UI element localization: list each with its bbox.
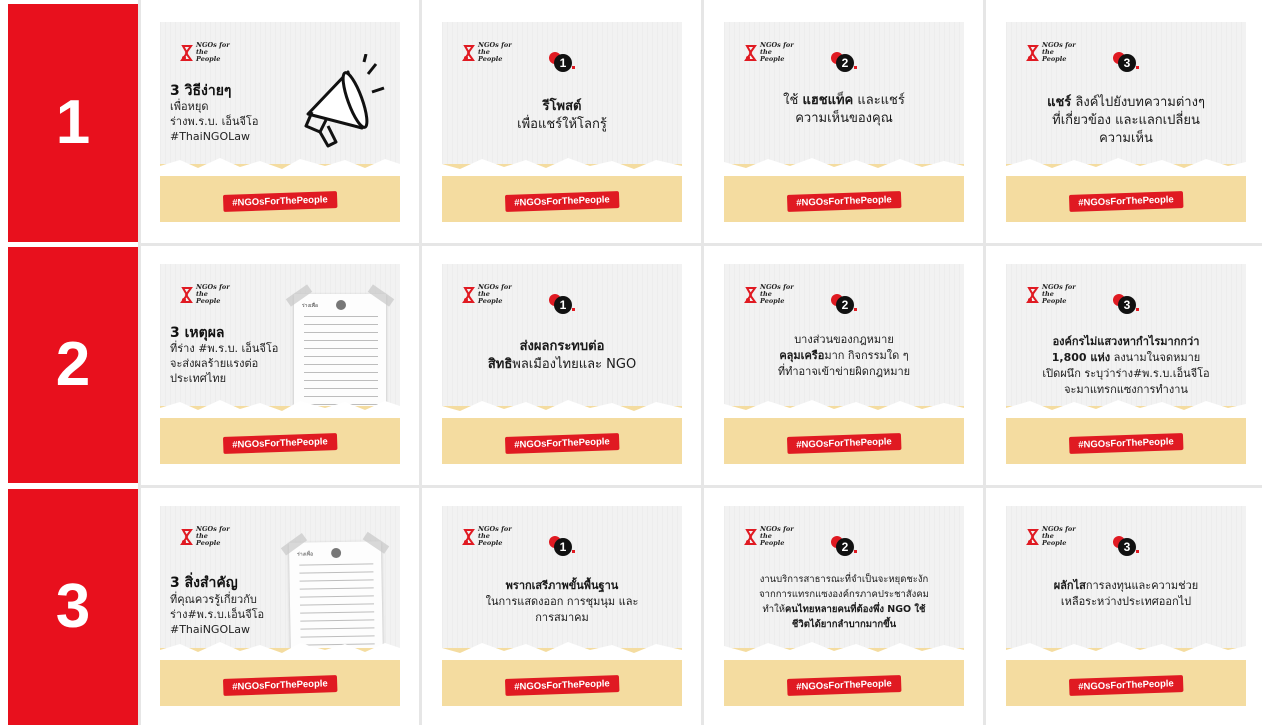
card-reason-2[interactable]: NGOs for the People 2 บางส่วนของกฎหมาย คล…	[724, 264, 964, 464]
step-number-badge: 3	[1113, 52, 1139, 72]
card-step-3[interactable]: NGOs for the People 3 แชร์ ลิงค์ไปยังบทคว…	[1006, 22, 1246, 222]
logo-text: NGOs for the People	[1042, 283, 1076, 305]
step-number-badge: 2	[831, 536, 857, 556]
ngo-logo: NGOs for the People	[744, 526, 794, 547]
logo-text: NGOs for the People	[196, 41, 230, 63]
logo-text: NGOs for the People	[478, 41, 512, 63]
ngo-logo: NGOs for the People	[1026, 42, 1076, 63]
step-number-badge: 2	[831, 294, 857, 314]
logo-text: NGOs for the People	[478, 525, 512, 547]
row-number: 2	[55, 330, 91, 399]
ngo-logo-icon	[462, 286, 475, 303]
card-subtitle: ที่คุณควรรู้เกี่ยวกับ ร่าง#พ.ร.บ.เอ็นจีโอ…	[170, 593, 265, 636]
ngo-logo-icon	[744, 528, 757, 545]
ngo-logo-icon	[744, 44, 757, 61]
ngo-logo-icon	[180, 44, 193, 61]
infographic-grid: 1 2 3 NGOs for the People 3 วิธีง่ายๆ เพื…	[0, 0, 1262, 725]
ngo-logo: NGOs for the People	[744, 284, 794, 305]
logo-text: NGOs for the People	[760, 283, 794, 305]
ngo-logo: NGOs for the People	[1026, 526, 1076, 547]
card-body-text: องค์กรไม่แสวงหากำไรมากกว่า 1,800 แห่ง ลง…	[1042, 335, 1210, 396]
card-intro-2[interactable]: NGOs for the People 3 เหตุผล ที่ร่าง #พ.ร…	[160, 264, 400, 464]
grid-divider	[140, 243, 1262, 246]
grid-divider	[138, 0, 141, 725]
ngo-logo: NGOs for the People	[1026, 284, 1076, 305]
ngo-logo-icon	[1026, 286, 1039, 303]
card-body-text: งานบริการสาธารณะที่จำเป็นจะหยุดชะงัก จาก…	[759, 574, 929, 630]
card-subtitle: ที่ร่าง #พ.ร.บ. เอ็นจีโอ จะส่งผลร้ายแรงต่…	[170, 342, 279, 385]
ngo-logo-icon	[462, 528, 475, 545]
card-point-2[interactable]: NGOs for the People 2 งานบริการสาธารณะที่…	[724, 506, 964, 706]
ngo-logo: NGOs for the People	[744, 42, 794, 63]
card-reason-1[interactable]: NGOs for the People 1 ส่งผลกระทบต่อ สิทธิ…	[442, 264, 682, 464]
card-step-1[interactable]: NGOs for the People 1 รีโพสต์ เพื่อแชร์ให้…	[442, 22, 682, 222]
card-reason-3[interactable]: NGOs for the People 3 องค์กรไม่แสวงหากำไร…	[1006, 264, 1246, 464]
grid-divider	[419, 0, 422, 725]
row-number: 1	[55, 88, 91, 157]
card-point-1[interactable]: NGOs for the People 1 พรากเสรีภาพขั้นพื้น…	[442, 506, 682, 706]
step-number-badge: 3	[1113, 294, 1139, 314]
ngo-logo: NGOs for the People	[462, 284, 512, 305]
card-intro-1[interactable]: NGOs for the People 3 วิธีง่ายๆ เพื่อหยุด…	[160, 22, 400, 222]
ngo-logo-icon	[180, 528, 193, 545]
ngo-logo: NGOs for the People	[180, 42, 230, 63]
row-number-band-3: 3	[8, 489, 138, 725]
step-number-badge: 2	[831, 52, 857, 72]
grid-divider	[140, 485, 1262, 488]
step-number-badge: 3	[1113, 536, 1139, 556]
card-subtitle: เพื่อหยุด ร่างพ.ร.บ. เอ็นจีโอ #ThaiNGOLaw	[170, 100, 259, 143]
ngo-logo: NGOs for the People	[462, 42, 512, 63]
card-body-text: รีโพสต์ เพื่อแชร์ให้โลกรู้	[517, 99, 607, 132]
card-intro-3[interactable]: NGOs for the People 3 สิ่งสำคัญ ที่คุณควร…	[160, 506, 400, 706]
logo-text: NGOs for the People	[196, 283, 230, 305]
step-number-badge: 1	[549, 52, 575, 72]
logo-text: NGOs for the People	[196, 525, 230, 547]
logo-text: NGOs for the People	[760, 525, 794, 547]
card-body-text: พรากเสรีภาพขั้นพื้นฐาน ในการแสดงออก การช…	[485, 579, 639, 624]
card-title: 3 สิ่งสำคัญ	[170, 575, 238, 591]
card-step-2[interactable]: NGOs for the People 2 ใช้ แฮชแท็ค และแชร์…	[724, 22, 964, 222]
card-body-text: แชร์ ลิงค์ไปยังบทความต่างๆ ที่เกี่ยวข้อง…	[1047, 95, 1205, 146]
grid-divider	[983, 0, 986, 725]
card-body-text: ใช้ แฮชแท็ค และแชร์ ความเห็นของคุณ	[783, 93, 905, 126]
logo-text: NGOs for the People	[1042, 41, 1076, 63]
card-body-text: ผลักไสการลงทุนและความช่วย เหลือระหว่างปร…	[1053, 579, 1199, 608]
logo-text: NGOs for the People	[760, 41, 794, 63]
ngo-logo-icon	[1026, 44, 1039, 61]
ngo-logo-icon	[462, 44, 475, 61]
ngo-logo-icon	[1026, 528, 1039, 545]
ngo-logo: NGOs for the People	[180, 526, 230, 547]
ngo-logo: NGOs for the People	[180, 284, 230, 305]
logo-text: NGOs for the People	[478, 283, 512, 305]
ngo-logo-icon	[744, 286, 757, 303]
logo-text: NGOs for the People	[1042, 525, 1076, 547]
ngo-logo-icon	[180, 286, 193, 303]
megaphone-icon	[304, 54, 385, 148]
row-number: 3	[55, 572, 91, 641]
ngo-logo: NGOs for the People	[462, 526, 512, 547]
card-point-3[interactable]: NGOs for the People 3 ผลักไสการลงทุนและคว…	[1006, 506, 1246, 706]
grid-divider	[701, 0, 704, 725]
step-number-badge: 1	[549, 294, 575, 314]
card-body-text: ส่งผลกระทบต่อ สิทธิพลเมืองไทยและ NGO	[487, 339, 637, 372]
row-number-band-2: 2	[8, 247, 138, 483]
step-number-badge: 1	[549, 536, 575, 556]
card-body-text: บางส่วนของกฎหมาย คลุมเครือมาก กิจกรรมใด …	[777, 333, 911, 378]
row-number-band-1: 1	[8, 4, 138, 242]
